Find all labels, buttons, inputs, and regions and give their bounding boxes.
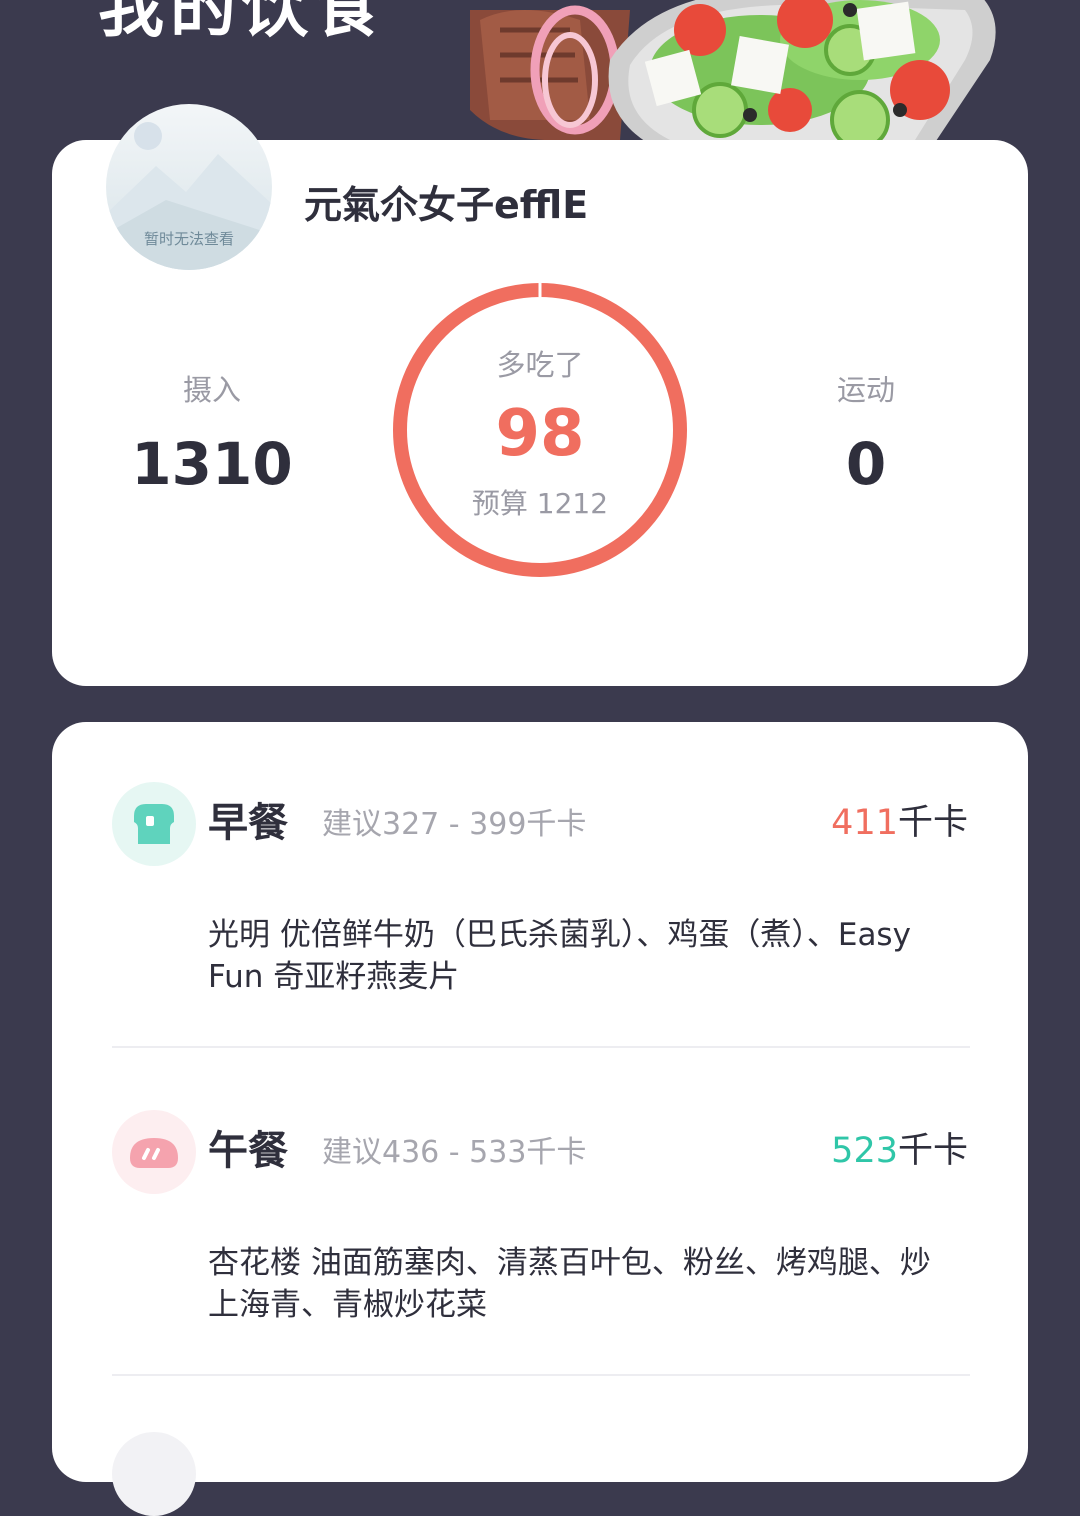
meal-name: 早餐 — [208, 800, 288, 846]
avatar-caption: 暂时无法查看 — [143, 230, 234, 248]
bun-icon — [112, 1110, 196, 1194]
toast-icon — [112, 782, 196, 866]
next-meal-icon — [112, 1432, 196, 1516]
meal-foods: 光明 优倍鲜牛奶（巴氏杀菌乳）、鸡蛋（煮）、Easy Fun 奇亚籽燕麦片 — [208, 917, 911, 995]
exercise-stat[interactable]: 运动 0 — [766, 370, 966, 502]
intake-label: 摄入 — [182, 373, 241, 407]
intake-value: 1310 — [131, 430, 293, 498]
meal-kcal-value: 411 — [831, 803, 898, 843]
meal-kcal: 523千卡 — [831, 1128, 968, 1174]
exercise-label: 运动 — [836, 373, 895, 407]
divider — [112, 1046, 970, 1048]
meal-name: 午餐 — [208, 1128, 288, 1174]
overeat-value: 98 — [495, 397, 585, 471]
overeat-label: 多吃了 — [496, 348, 584, 382]
page-title: 我的饮食 — [98, 0, 386, 46]
budget-label: 预算 1212 — [471, 487, 609, 520]
meal-kcal-unit: 千卡 — [897, 803, 968, 843]
meal-kcal-unit: 千卡 — [897, 1131, 968, 1171]
meal-suggestion: 建议327 - 399千卡 — [322, 807, 587, 842]
exercise-value: 0 — [845, 430, 887, 498]
username: 元氣尒女子efflE — [304, 183, 589, 227]
salad-illustration — [470, 0, 996, 150]
meal-foods: 杏花楼 油面筋塞肉、清蒸百叶包、粉丝、烤鸡腿、炒上海青、青椒炒花菜 — [208, 1245, 931, 1323]
divider — [112, 1374, 970, 1376]
meal-kcal: 411千卡 — [831, 800, 968, 846]
meal-kcal-value: 523 — [831, 1131, 898, 1171]
avatar[interactable]: 暂时无法查看 — [106, 104, 272, 270]
calorie-ring-content[interactable]: 多吃了 98 预算 1212 — [390, 280, 690, 580]
meal-suggestion: 建议436 - 533千卡 — [322, 1135, 587, 1170]
intake-stat[interactable]: 摄入 1310 — [112, 370, 312, 502]
